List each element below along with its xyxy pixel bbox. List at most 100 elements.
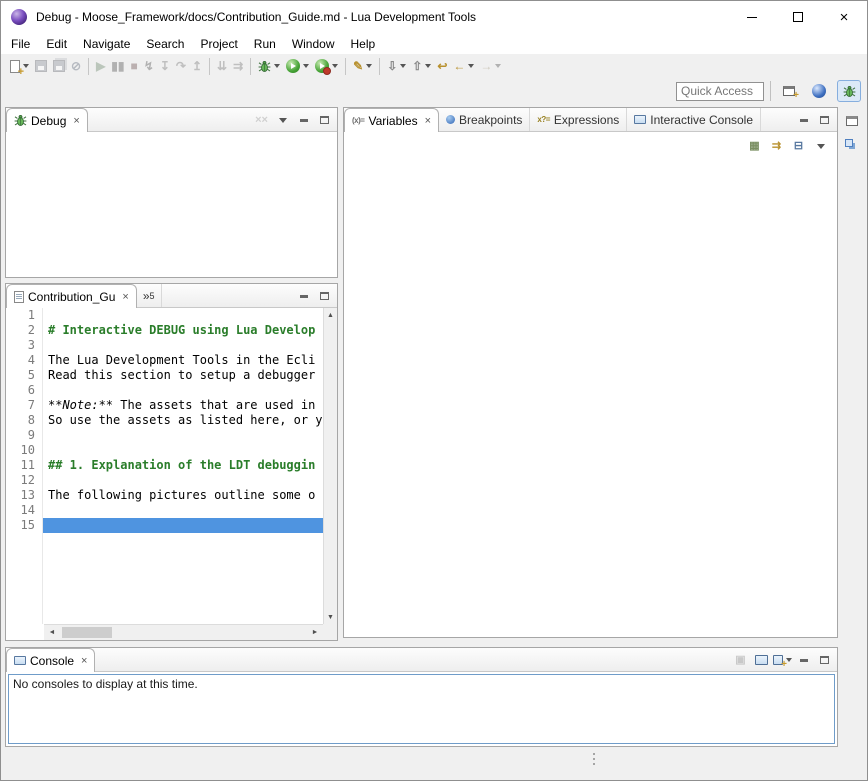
menubar: FileEditNavigateSearchProjectRunWindowHe… xyxy=(1,33,867,54)
editor-horizontal-scrollbar[interactable]: ◄ ► xyxy=(44,624,323,640)
scroll-right-arrow[interactable]: ► xyxy=(307,625,323,640)
menu-navigate[interactable]: Navigate xyxy=(75,35,138,53)
show-logical-structures-button[interactable]: ⇉ xyxy=(767,137,786,156)
view-menu-button[interactable] xyxy=(273,111,292,130)
debug-dropdown-arrow[interactable] xyxy=(274,64,280,68)
quick-access-input[interactable] xyxy=(676,82,764,101)
menu-project[interactable]: Project xyxy=(192,35,245,53)
horizontal-scrollbar-thumb[interactable] xyxy=(62,627,112,638)
scroll-down-arrow[interactable]: ▼ xyxy=(324,610,337,624)
line-number: 11 xyxy=(6,458,43,473)
editor-line-text[interactable] xyxy=(43,428,323,443)
editor-line-text[interactable] xyxy=(43,473,323,488)
open-console-button[interactable] xyxy=(773,651,792,670)
previous-annotation-dropdown-arrow[interactable] xyxy=(425,64,431,68)
editor-overflow-tab[interactable]: »5 xyxy=(137,284,162,307)
next-annotation-dropdown-arrow[interactable] xyxy=(400,64,406,68)
editor-line-text[interactable] xyxy=(43,503,323,518)
display-selected-console-button[interactable] xyxy=(752,651,771,670)
editor-line-text[interactable]: ## 1. Explanation of the LDT debuggin xyxy=(43,458,323,473)
menu-window[interactable]: Window xyxy=(284,35,343,53)
last-edit-location-button[interactable]: ↩ xyxy=(435,55,449,77)
back-dropdown-arrow[interactable] xyxy=(468,64,474,68)
variables-view-tools xyxy=(794,108,834,132)
restore-minimized-view-button[interactable] xyxy=(841,110,863,132)
minimize-view-button[interactable] xyxy=(794,651,813,670)
show-columns-button[interactable]: ▦ xyxy=(745,137,764,156)
line-number: 10 xyxy=(6,443,43,458)
editor-body: 12# Interactive DEBUG using Lua Develop3… xyxy=(6,308,337,640)
tab-breakpoints[interactable]: Breakpoints xyxy=(439,108,530,131)
tab-expressions[interactable]: x?= Expressions xyxy=(530,108,627,131)
minimize-view-icon xyxy=(800,119,808,122)
mark-occurrences-button[interactable]: ✎ xyxy=(351,55,374,77)
tab-interactive-console[interactable]: Interactive Console xyxy=(627,108,761,131)
maximize-view-button[interactable] xyxy=(315,287,334,306)
tab-debug[interactable]: Debug × xyxy=(6,108,88,132)
editor-line-text[interactable]: The following pictures outline some o xyxy=(43,488,323,503)
editor-line-text[interactable]: # Interactive DEBUG using Lua Develop xyxy=(43,323,323,338)
forward-dropdown-arrow[interactable] xyxy=(495,64,501,68)
terminate-button: ■ xyxy=(129,55,140,77)
menu-edit[interactable]: Edit xyxy=(38,35,75,53)
open-perspective-button[interactable] xyxy=(777,80,801,102)
menu-run[interactable]: Run xyxy=(246,35,284,53)
scroll-up-arrow[interactable]: ▲ xyxy=(324,308,337,322)
minimize-view-button[interactable] xyxy=(294,111,313,130)
editor-line-text[interactable] xyxy=(43,308,323,323)
editor-line-text[interactable]: The Lua Development Tools in the Ecli xyxy=(43,353,323,368)
minimize-button[interactable] xyxy=(729,1,775,33)
minimized-view-button[interactable] xyxy=(841,135,863,157)
next-annotation-button[interactable]: ⇩ xyxy=(385,55,408,77)
minimize-view-button[interactable] xyxy=(794,111,813,130)
maximize-view-icon xyxy=(820,116,829,124)
back-button[interactable]: ← xyxy=(451,55,476,77)
variables-toolbar: ▦⇉⊟ xyxy=(344,132,837,158)
step-into-button: ↧ xyxy=(158,55,172,77)
previous-annotation-button[interactable]: ⇧ xyxy=(410,55,433,77)
external-tools-dropdown-arrow[interactable] xyxy=(332,64,338,68)
maximize-view-icon xyxy=(820,656,829,664)
editor-line: 5Read this section to setup a debugger xyxy=(6,368,323,383)
menu-file[interactable]: File xyxy=(3,35,38,53)
scroll-left-arrow[interactable]: ◄ xyxy=(44,625,60,640)
collapse-all-button[interactable]: ⊟ xyxy=(789,137,808,156)
editor-vertical-scrollbar[interactable]: ▲ ▼ xyxy=(323,308,337,624)
close-variables-tab-icon[interactable]: × xyxy=(425,115,431,127)
close-console-tab-icon[interactable]: × xyxy=(81,655,87,667)
maximize-button[interactable] xyxy=(775,1,821,33)
debug-perspective-button[interactable] xyxy=(837,80,861,102)
editor-line-text[interactable] xyxy=(43,443,323,458)
editor-line-text[interactable]: **Note:** The assets that are used in xyxy=(43,398,323,413)
close-button[interactable]: × xyxy=(821,1,867,33)
editor-line-text[interactable]: So use the assets as listed here, or y xyxy=(43,413,323,428)
maximize-view-button[interactable] xyxy=(315,111,334,130)
new-button[interactable] xyxy=(8,55,31,77)
mark-occurrences-dropdown-arrow[interactable] xyxy=(366,64,372,68)
run-button[interactable] xyxy=(284,55,311,77)
editor-line-text[interactable] xyxy=(43,338,323,353)
editor-line-text[interactable] xyxy=(43,383,323,398)
close-editor-tab-icon[interactable]: × xyxy=(122,291,128,303)
editor-lines: 12# Interactive DEBUG using Lua Develop3… xyxy=(6,308,323,533)
editor-line-text[interactable]: Read this section to setup a debugger xyxy=(43,368,323,383)
close-debug-tab-icon[interactable]: × xyxy=(73,115,79,127)
debug-button[interactable] xyxy=(256,55,282,77)
ldt-perspective-button[interactable] xyxy=(807,80,831,102)
minimize-view-button[interactable] xyxy=(294,287,313,306)
ldt-perspective-icon xyxy=(812,84,826,98)
menu-search[interactable]: Search xyxy=(138,35,192,53)
maximize-view-button[interactable] xyxy=(815,651,834,670)
maximize-view-button[interactable] xyxy=(815,111,834,130)
external-tools-button[interactable] xyxy=(313,55,340,77)
menu-help[interactable]: Help xyxy=(343,35,384,53)
run-dropdown-arrow[interactable] xyxy=(303,64,309,68)
view-menu-button[interactable] xyxy=(811,137,830,156)
editor-line-text[interactable] xyxy=(43,518,323,533)
tab-variables[interactable]: (x)= Variables × xyxy=(344,108,439,132)
resume-button: ▶ xyxy=(94,55,107,77)
tab-contribution-guide[interactable]: Contribution_Gu × xyxy=(6,284,137,308)
editor-content[interactable]: 12# Interactive DEBUG using Lua Develop3… xyxy=(6,308,323,624)
tab-console[interactable]: Console × xyxy=(6,648,95,672)
bottom-sash-handle[interactable] xyxy=(593,753,595,765)
